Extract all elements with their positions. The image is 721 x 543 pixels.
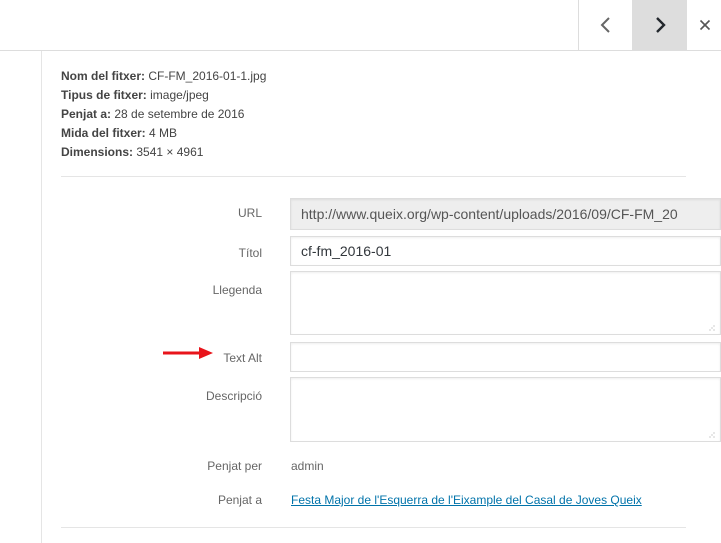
filesize-value: 4 MB [149, 126, 178, 140]
filesize-label: Mida del fitxer: [61, 126, 146, 140]
dimensions-value: 3541 × 4961 [136, 145, 204, 159]
filetype-row: Tipus de fitxer: image/jpeg [61, 86, 266, 105]
filesize-row: Mida del fitxer: 4 MB [61, 124, 266, 143]
url-field[interactable]: http://www.queix.org/wp-content/uploads/… [290, 198, 721, 230]
uploaded-date-label: Penjat a: [61, 107, 112, 121]
caption-textarea[interactable] [290, 271, 721, 335]
file-details: Nom del fitxer: CF-FM_2016-01-1.jpg Tipu… [61, 67, 266, 162]
alt-text-label: Text Alt [223, 351, 262, 365]
close-icon [699, 19, 710, 31]
filename-row: Nom del fitxer: CF-FM_2016-01-1.jpg [61, 67, 266, 86]
attachment-details-modal: Nom del fitxer: CF-FM_2016-01-1.jpg Tipu… [0, 0, 721, 543]
alt-text-input[interactable] [290, 342, 721, 372]
uploaded-to-label: Penjat a [217, 493, 262, 507]
uploaded-by-label: Penjat per [207, 459, 262, 473]
caption-label: Llegenda [212, 283, 262, 297]
uploaded-by-value: admin [291, 459, 324, 473]
description-textarea[interactable] [290, 377, 721, 442]
previous-button[interactable] [578, 0, 633, 50]
filename-label: Nom del fitxer: [61, 69, 146, 83]
uploaded-date-value: 28 de setembre de 2016 [114, 107, 245, 121]
chevron-left-icon [600, 17, 610, 33]
left-divider [41, 51, 42, 543]
description-label: Descripció [205, 389, 262, 403]
uploaded-date-row: Penjat a: 28 de setembre de 2016 [61, 105, 266, 124]
url-label: URL [237, 206, 262, 220]
dimensions-label: Dimensions: [61, 145, 134, 159]
divider [61, 176, 686, 177]
filetype-value: image/jpeg [150, 88, 209, 102]
close-button[interactable] [686, 0, 721, 50]
next-button[interactable] [632, 0, 687, 50]
title-label: Títol [238, 246, 262, 260]
title-input[interactable] [290, 236, 721, 266]
chevron-right-icon [656, 17, 666, 33]
divider [61, 527, 686, 528]
uploaded-to-link[interactable]: Festa Major de l'Esquerra de l'Eixample … [291, 493, 642, 507]
filetype-label: Tipus de fitxer: [61, 88, 147, 102]
filename-value: CF-FM_2016-01-1.jpg [148, 69, 267, 83]
dimensions-row: Dimensions: 3541 × 4961 [61, 143, 266, 162]
modal-header [0, 0, 721, 51]
